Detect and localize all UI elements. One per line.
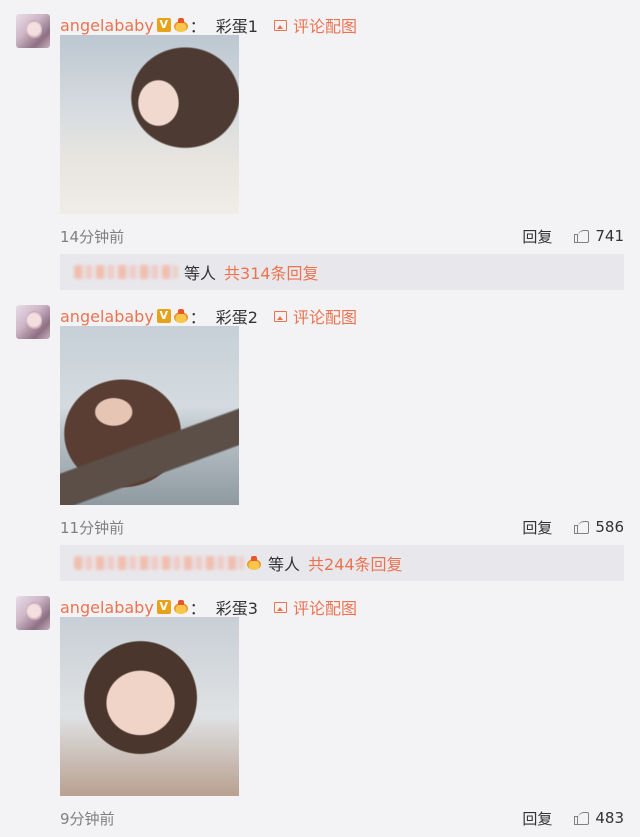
image-icon[interactable] (273, 310, 287, 322)
colon: ： (189, 599, 206, 618)
comment-meta: 11分钟前 回复 586 (60, 516, 624, 538)
comment-photo[interactable] (60, 326, 239, 505)
comment-picture-link[interactable]: 评论配图 (293, 13, 357, 37)
blurred-usernames (74, 556, 244, 570)
comment-picture-link[interactable]: 评论配图 (293, 304, 357, 328)
etc-label: 等人 (268, 555, 301, 574)
username-link[interactable]: angelababy (60, 307, 154, 326)
reply-button[interactable]: 回复 (522, 517, 552, 538)
colon: ： (189, 17, 206, 36)
like-count[interactable]: 586 (595, 518, 624, 536)
verified-v-icon: V (156, 18, 171, 32)
etc-label: 等人 (184, 264, 217, 283)
comment-picture-link[interactable]: 评论配图 (293, 595, 357, 619)
member-crown-icon (173, 600, 189, 614)
verified-v-icon: V (156, 600, 171, 614)
blurred-usernames (74, 265, 178, 279)
timestamp: 11分钟前 (60, 518, 125, 537)
reply-button[interactable]: 回复 (522, 226, 552, 247)
comment-meta: 14分钟前 回复 741 (60, 225, 624, 247)
username-link[interactable]: angelababy (60, 16, 154, 35)
sub-replies-bar[interactable]: 等人 共244条回复 (60, 545, 624, 581)
image-icon[interactable] (273, 601, 287, 613)
comment-text: 彩蛋1 (215, 17, 258, 36)
timestamp: 9分钟前 (60, 809, 115, 828)
total-replies-link[interactable]: 共314条回复 (224, 260, 319, 284)
avatar[interactable] (16, 305, 50, 339)
comment-photo[interactable] (60, 35, 239, 214)
comment-photo[interactable] (60, 617, 239, 796)
reply-button[interactable]: 回复 (522, 808, 552, 829)
image-icon[interactable] (273, 19, 287, 31)
sub-replies-bar[interactable]: 等人 共314条回复 (60, 254, 624, 290)
thumbs-up-icon[interactable] (574, 229, 590, 243)
like-count[interactable]: 483 (595, 809, 624, 827)
comment-header: angelababy V ： 彩蛋3 评论配图 (60, 595, 357, 619)
username-link[interactable]: angelababy (60, 598, 154, 617)
thumbs-up-icon[interactable] (574, 811, 590, 825)
total-replies-link[interactable]: 共244条回复 (308, 551, 403, 575)
verified-v-icon: V (156, 309, 171, 323)
avatar[interactable] (16, 14, 50, 48)
colon: ： (189, 308, 206, 327)
comment-header: angelababy V ： 彩蛋2 评论配图 (60, 304, 357, 328)
timestamp: 14分钟前 (60, 227, 125, 246)
thumbs-up-icon[interactable] (574, 520, 590, 534)
comment-text: 彩蛋2 (215, 308, 258, 327)
member-crown-icon (246, 556, 262, 570)
comment-header: angelababy V ： 彩蛋1 评论配图 (60, 13, 357, 37)
avatar[interactable] (16, 596, 50, 630)
member-crown-icon (173, 309, 189, 323)
comment-text: 彩蛋3 (215, 599, 258, 618)
like-count[interactable]: 741 (595, 227, 624, 245)
member-crown-icon (173, 18, 189, 32)
comment-meta: 9分钟前 回复 483 (60, 807, 624, 829)
